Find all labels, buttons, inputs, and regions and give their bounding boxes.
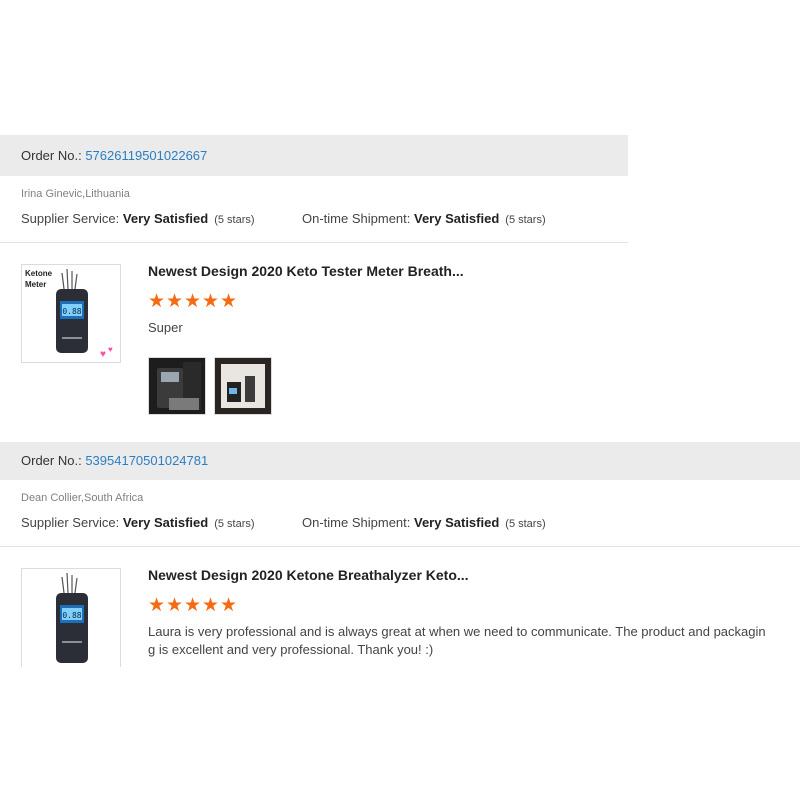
product-thumbnail[interactable]: 0.88 Ketone Meter ♥ ♥: [21, 264, 121, 363]
shipment-stars: (5 stars): [505, 518, 546, 530]
shipment-stars: (5 stars): [505, 214, 546, 226]
star-icon: ★: [184, 291, 202, 312]
buyer-name: Dean Collier,South Africa: [21, 492, 144, 504]
review-text: Super: [148, 320, 183, 335]
divider: [0, 546, 800, 547]
supplier-service-stars: (5 stars): [214, 518, 255, 530]
thumb-caption-1: Ketone: [25, 269, 53, 278]
breathalyzer-image: 0.88 Ketone Meter ♥ ♥: [25, 268, 113, 360]
supplier-service-stars: (5 stars): [214, 214, 255, 226]
order-number-row: Order No.: 53954170501024781: [21, 453, 208, 468]
order-number-row: Order No.: 57626119501022667: [21, 148, 207, 163]
svg-text:♥: ♥: [108, 345, 113, 354]
shipment-value: Very Satisfied: [414, 211, 500, 226]
supplier-service-value: Very Satisfied: [122, 515, 209, 530]
product-title-link[interactable]: Newest Design 2020 Keto Tester Meter Bre…: [148, 263, 464, 279]
review-photo-1[interactable]: [148, 357, 206, 415]
review-text: Laura is very professional and is always…: [148, 623, 800, 659]
star-icon: ★: [166, 595, 184, 616]
svg-text:0.88: 0.88: [62, 611, 81, 620]
star-icon: ★: [202, 291, 220, 312]
supplier-service-label: Supplier Service:: [21, 211, 120, 226]
buyer-name: Irina Ginevic,Lithuania: [21, 188, 130, 200]
order-header: Order No.: 57626119501022667: [0, 135, 628, 176]
order-label: Order No.:: [21, 148, 82, 163]
shipment-value: Very Satisfied: [414, 515, 500, 530]
order-header: Order No.: 53954170501024781: [0, 442, 800, 480]
thumb-caption-2: Meter: [25, 280, 46, 289]
supplier-service-rating: Supplier Service: Very Satisfied (5 stars…: [21, 211, 255, 226]
svg-text:♥: ♥: [100, 349, 106, 360]
star-icon: ★: [202, 595, 220, 616]
star-icon: ★: [220, 595, 238, 616]
supplier-service-label: Supplier Service:: [21, 515, 120, 530]
star-icon: ★: [166, 291, 184, 312]
supplier-service-rating: Supplier Service: Very Satisfied (5 stars…: [21, 515, 255, 530]
divider: [0, 242, 628, 243]
breathalyzer-image: 0.88: [56, 572, 88, 663]
shipment-label: On-time Shipment:: [302, 211, 411, 226]
shipment-label: On-time Shipment:: [302, 515, 411, 530]
shipment-rating: On-time Shipment: Very Satisfied (5 stars…: [302, 211, 546, 226]
order-number-link[interactable]: 57626119501022667: [85, 148, 207, 163]
review-text-line: g is excellent and very professional. Th…: [148, 642, 434, 657]
star-rating: ★★★★★: [148, 292, 238, 311]
shipment-rating: On-time Shipment: Very Satisfied (5 stars…: [302, 515, 546, 530]
review-photo-image: [149, 358, 205, 414]
review-photo-image: [215, 358, 271, 414]
review-photo-2[interactable]: [214, 357, 272, 415]
order-number-link[interactable]: 53954170501024781: [85, 453, 208, 468]
star-icon: ★: [148, 291, 166, 312]
star-icon: ★: [184, 595, 202, 616]
supplier-service-value: Very Satisfied: [122, 211, 209, 226]
svg-text:0.88: 0.88: [62, 307, 81, 316]
blank-area: [0, 667, 800, 800]
star-rating: ★★★★★: [148, 596, 238, 615]
product-title-link[interactable]: Newest Design 2020 Ketone Breathalyzer K…: [148, 567, 469, 583]
star-icon: ★: [148, 595, 166, 616]
star-icon: ★: [220, 291, 238, 312]
product-thumbnail[interactable]: 0.88: [21, 568, 121, 680]
order-label: Order No.:: [21, 453, 82, 468]
review-text-line: Laura is very professional and is always…: [148, 624, 766, 639]
